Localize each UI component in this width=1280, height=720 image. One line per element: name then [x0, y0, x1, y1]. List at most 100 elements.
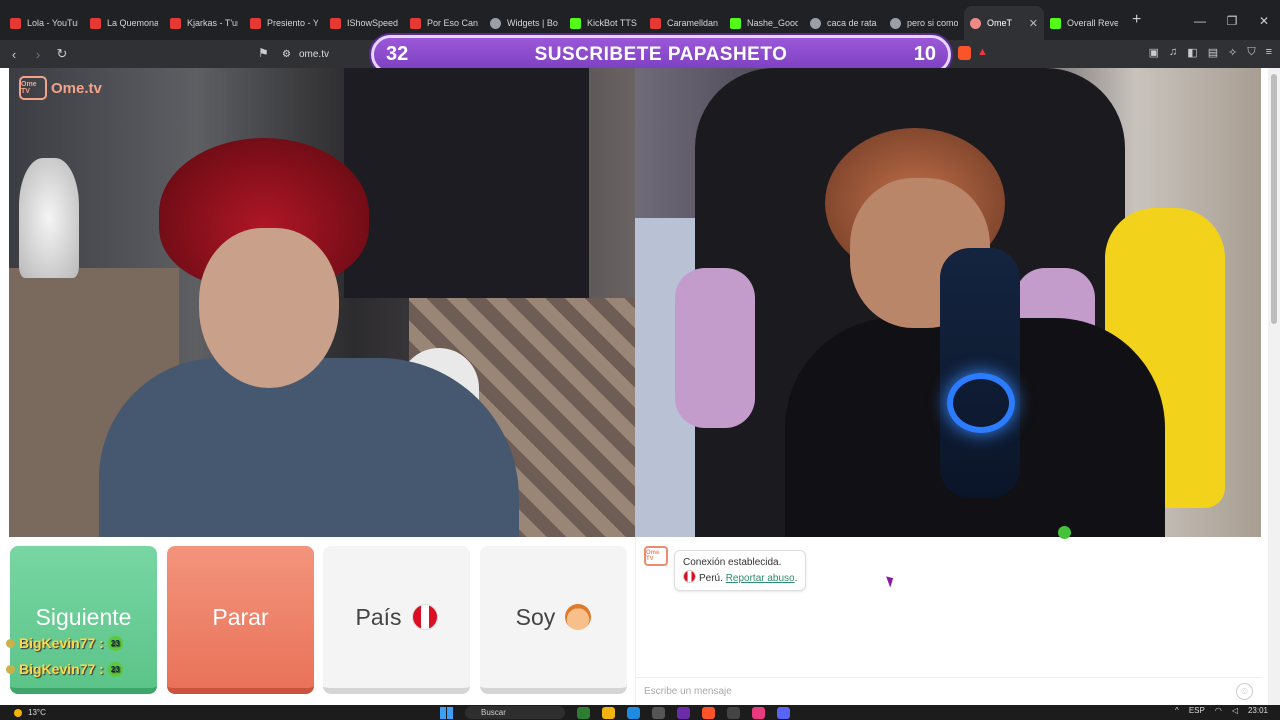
browser-tab[interactable]: Presiento - Yo [244, 6, 324, 40]
overlay-left-counter: 32 [386, 43, 409, 65]
browser-tab[interactable]: La Quemona [84, 6, 164, 40]
generic-icon [810, 17, 821, 29]
app-icon[interactable] [677, 706, 690, 719]
browser-tab[interactable]: Overall Reven [1044, 6, 1124, 40]
taskbar-search-placeholder: Buscar [481, 708, 506, 717]
weather-widget[interactable]: 13°C [14, 708, 46, 717]
report-abuse-link[interactable]: Reportar abuso [726, 573, 795, 584]
window-controls: — ❐ ✕ [1184, 14, 1280, 28]
remote-video [635, 68, 1261, 537]
url-text: ome.tv [298, 48, 329, 60]
stream-chat-user: BigKevin77 : [19, 635, 104, 651]
widget-icon [490, 17, 501, 29]
brave-icon[interactable] [702, 706, 715, 719]
report-suffix: . [794, 573, 798, 584]
chat-emote-icon: 23 [107, 635, 123, 651]
leo-ai-icon[interactable]: ✧ [1228, 46, 1237, 59]
lamp [19, 158, 79, 278]
green-emote-icon [1058, 526, 1071, 539]
sidebar-icon[interactable]: ◧ [1187, 46, 1197, 59]
scrollbar-thumb[interactable] [1271, 74, 1277, 324]
chat-badge-icon [6, 664, 15, 674]
overlay-right-counter: 10 [913, 43, 936, 65]
ometv-logo[interactable]: Ome TV Ome.tv [19, 76, 102, 100]
reload-icon[interactable]: ↻ [52, 46, 72, 62]
stream-chat-user: BigKevin77 : [19, 661, 104, 677]
youtube-icon [170, 17, 181, 29]
browser-tab-label: Nashe_Good [747, 18, 798, 28]
stream-chat-line: BigKevin77 : 23 [6, 630, 123, 656]
browser-tab-label: Widgets | Bot [507, 18, 558, 28]
menu-icon[interactable]: ≡ [1266, 46, 1272, 59]
new-tab-icon[interactable]: + [1132, 11, 1141, 29]
youtube-icon [650, 17, 661, 29]
youtube-icon [410, 17, 421, 29]
wallet-icon[interactable]: ▤ [1208, 46, 1218, 59]
browser-tab-label: Caramelldans [667, 18, 718, 28]
back-icon[interactable]: ‹ [4, 47, 24, 62]
volume-icon[interactable]: ◁ [1232, 706, 1238, 715]
brave-rewards-icon[interactable]: ▲ [977, 46, 988, 60]
clock[interactable]: 23:01 [1248, 706, 1268, 715]
obs-icon[interactable] [727, 706, 740, 719]
browser-tab[interactable]: Kjarkas - T'un [164, 6, 244, 40]
browser-tab-label: KickBot TTS S [587, 18, 638, 28]
vpn-shield-icon[interactable]: ⛉ [1247, 46, 1255, 59]
browser-tab-label: Kjarkas - T'un [187, 18, 238, 28]
youtube-icon [250, 17, 261, 29]
minimize-icon[interactable]: — [1184, 14, 1216, 28]
windows-start-icon[interactable] [440, 706, 453, 719]
tray-chevron-icon[interactable]: ^ [1175, 706, 1179, 715]
chat-panel: Ome TV Conexión establecida. Perú. Repor… [635, 537, 1262, 705]
game-app-icon[interactable] [577, 706, 590, 719]
message-input[interactable]: Escribe un mensaje [636, 677, 1262, 705]
kickbot-icon [570, 17, 581, 29]
browser-tab[interactable]: Lola - YouTub [4, 6, 84, 40]
chat-emote-icon: 23 [107, 661, 123, 677]
message-input-placeholder: Escribe un mensaje [644, 686, 732, 697]
system-tray: ^ ESP ◠ ◁ 23:01 [1175, 706, 1268, 715]
store-icon[interactable] [652, 706, 665, 719]
taskbar-search[interactable]: Buscar [465, 706, 565, 719]
country-button[interactable]: País [323, 546, 470, 694]
brave-shield-icon[interactable] [958, 46, 971, 60]
connection-text: Conexión establecida. [683, 557, 782, 568]
browser-tab-label: Presiento - Yo [267, 18, 318, 28]
address-bar[interactable]: ⚙ ome.tv [282, 44, 372, 64]
close-window-icon[interactable]: ✕ [1248, 14, 1280, 28]
kick-icon [1050, 17, 1061, 29]
forward-icon[interactable]: › [28, 47, 48, 62]
bookmark-icon[interactable]: ⚑ [258, 46, 269, 60]
media-icon[interactable]: ♫ [1169, 46, 1177, 59]
wifi-icon[interactable]: ◠ [1215, 706, 1222, 715]
close-tab-icon[interactable]: ✕ [1029, 17, 1038, 30]
page-scrollbar[interactable] [1268, 68, 1280, 705]
discord-icon[interactable] [777, 706, 790, 719]
stop-button-label: Parar [212, 603, 269, 630]
site-info-icon[interactable]: ⚙ [282, 49, 291, 60]
person-left-face [199, 228, 339, 388]
browser-tab-label: Overall Reven [1067, 18, 1118, 28]
browser-tab-strip: Lola - YouTub La Quemona Kjarkas - T'un Pre… [0, 0, 1280, 40]
screenshot-icon[interactable]: ▣ [1149, 46, 1159, 59]
restore-icon[interactable]: ❐ [1216, 14, 1248, 28]
toolbar-right-icons: ▣ ♫ ◧ ▤ ✧ ⛉ ≡ [1149, 46, 1272, 59]
gender-button[interactable]: Soy [480, 546, 627, 694]
boy-icon [565, 604, 592, 630]
browser-tab[interactable]: OmeT ✕ [964, 6, 1044, 40]
stream-chat-overlay: BigKevin77 : 23 BigKevin77 : 23 [6, 630, 123, 682]
edge-icon[interactable] [627, 706, 640, 719]
chat-badge-icon [6, 638, 15, 648]
brave-shields: ▲ [958, 46, 988, 60]
closet-background [344, 68, 589, 298]
app-icon[interactable] [752, 706, 765, 719]
emoji-icon[interactable]: ☺ [1236, 683, 1253, 700]
file-explorer-icon[interactable] [602, 706, 615, 719]
stop-button[interactable]: Parar [167, 546, 314, 694]
ometv-icon [970, 17, 981, 29]
browser-tab-label: pero si como [907, 18, 958, 28]
system-message: Ome TV Conexión establecida. Perú. Repor… [644, 546, 807, 591]
country-button-label: País [355, 603, 402, 630]
language-indicator[interactable]: ESP [1189, 706, 1205, 715]
ometv-page: Ome TV Ome.tv Siguiente Parar País Soy B… [0, 68, 1280, 705]
